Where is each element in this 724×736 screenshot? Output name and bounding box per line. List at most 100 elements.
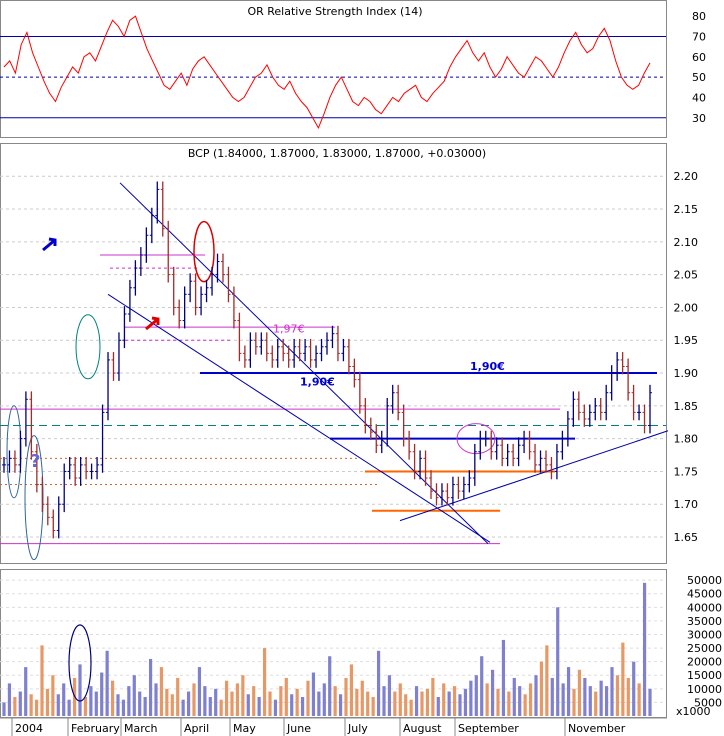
volume-bar <box>512 677 516 716</box>
volume-bar <box>306 680 310 716</box>
stock-chart: OR Relative Strength Index (14) 30 40 50 60… <box>0 0 722 736</box>
volume-bar <box>257 696 261 716</box>
volume-bar <box>78 664 82 716</box>
volume-tick-label: 50000 <box>687 574 722 587</box>
volume-bar <box>528 683 533 716</box>
x-tick-label: March <box>124 722 158 735</box>
volume-tick-label: 25000 <box>687 642 722 655</box>
x-tick-label: June <box>286 722 311 735</box>
volume-bar <box>34 699 39 716</box>
volume-bar <box>626 677 630 716</box>
volume-bar <box>116 694 120 716</box>
volume-bar <box>642 582 647 716</box>
volume-bar <box>360 680 364 716</box>
volume-bar <box>480 656 484 716</box>
x-tick-label: February <box>71 722 120 735</box>
volume-bar <box>29 694 33 716</box>
price-tick-label: 1.65 <box>674 531 699 544</box>
volume-bar <box>67 699 71 716</box>
price-annotation: 1,97€ <box>273 322 305 335</box>
volume-bar <box>425 688 430 716</box>
volume-bar <box>637 683 641 716</box>
volume-bar <box>615 675 620 716</box>
volume-bar <box>371 696 375 716</box>
x-tick-label: May <box>233 722 256 735</box>
volume-bar <box>328 656 332 716</box>
volume-bar <box>148 658 153 716</box>
volume-bar <box>127 686 131 716</box>
volume-bar <box>648 688 652 716</box>
volume-bar <box>398 683 402 716</box>
volume-bar <box>2 702 6 716</box>
volume-tick-labels: 5000100001500020000250003000035000400004… <box>687 574 722 709</box>
volume-bar <box>176 677 180 716</box>
volume-bar <box>246 694 250 716</box>
volume-bar <box>599 680 603 716</box>
volume-bar <box>18 691 22 716</box>
volume-bar <box>273 699 278 716</box>
volume-bar <box>349 664 354 716</box>
volume-bar <box>203 686 207 716</box>
volume-bar <box>311 672 316 716</box>
price-tick-label: 1.75 <box>674 465 699 478</box>
rsi-panel: OR Relative Strength Index (14) 30 40 50 60… <box>0 0 706 138</box>
volume-bar <box>56 694 60 716</box>
volume-bar <box>186 691 191 716</box>
rsi-tick-label: 80 <box>692 10 706 23</box>
volume-bar <box>610 667 614 716</box>
volume-bar <box>7 683 12 716</box>
volume-bar <box>452 686 457 716</box>
volume-bar <box>322 683 326 716</box>
volume-bar <box>62 683 66 716</box>
volume-bar <box>382 686 386 716</box>
volume-bar <box>485 683 489 716</box>
volume-bar <box>290 694 294 716</box>
volume-bar <box>490 669 495 716</box>
volume-bar <box>224 680 229 716</box>
price-tick-label: 2.20 <box>674 170 699 183</box>
volume-bar <box>414 686 419 716</box>
x-tick-label: April <box>184 722 209 735</box>
volume-bar <box>534 675 538 716</box>
volume-unit-label: x1000 <box>676 705 711 718</box>
volume-tick-label: 10000 <box>687 683 722 696</box>
volume-bar <box>561 683 565 716</box>
volume-bar <box>51 675 55 716</box>
volume-bar <box>333 686 337 716</box>
price-tick-label: 2.00 <box>674 301 699 314</box>
rsi-title: OR Relative Strength Index (14) <box>247 5 422 18</box>
volume-bar <box>518 686 522 716</box>
volume-bar <box>344 677 348 716</box>
volume-bar <box>404 694 408 716</box>
x-tick-label: August <box>403 722 442 735</box>
volume-bar <box>507 691 511 716</box>
volume-bar <box>192 683 196 716</box>
volume-bar <box>583 677 587 716</box>
volume-bar <box>387 675 392 716</box>
volume-bar <box>268 691 272 716</box>
volume-bar <box>235 683 240 716</box>
volume-bar <box>420 691 424 716</box>
volume-bar <box>545 645 549 716</box>
rsi-tick-labels: 30 40 50 60 70 80 <box>692 10 706 125</box>
volume-bar <box>83 696 88 716</box>
price-tick-labels: 1.65 1.70 1.75 1.80 1.85 1.90 1.95 2.00 2.05 2.10… <box>674 170 699 544</box>
volume-bar <box>279 686 283 716</box>
price-tick-label: 2.05 <box>674 269 699 282</box>
price-panel-frame <box>0 143 667 564</box>
volume-bar <box>159 667 164 716</box>
volume-bar <box>409 699 413 716</box>
volume-bar <box>501 639 506 716</box>
rsi-tick-label: 40 <box>692 91 706 104</box>
volume-bar <box>138 691 142 716</box>
volume-bar <box>214 688 218 716</box>
volume-bar <box>431 677 435 716</box>
volume-bar <box>594 691 598 716</box>
volume-bar <box>300 696 305 716</box>
price-tick-label: 2.15 <box>674 203 699 216</box>
volume-bar <box>469 680 473 716</box>
volume-bar <box>572 688 576 716</box>
rsi-tick-label: 70 <box>692 31 706 44</box>
price-tick-label: 1.90 <box>674 367 699 380</box>
volume-bar <box>458 694 462 716</box>
